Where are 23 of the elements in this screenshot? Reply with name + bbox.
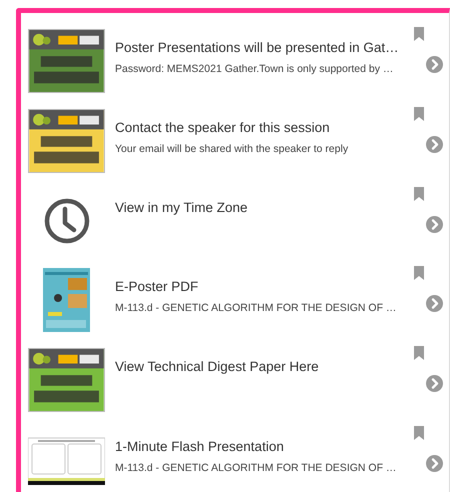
bookmark-icon[interactable]: [414, 27, 424, 41]
item-subtitle: M-113.d - GENETIC ALGORITHM FOR THE DESIGN OF …: [115, 461, 398, 476]
chevron-right-icon[interactable]: [426, 136, 443, 153]
item-subtitle: M-113.d - GENETIC ALGORITHM FOR THE DESIGN OF …: [115, 301, 398, 316]
chevron-right-icon[interactable]: [426, 375, 443, 392]
item-title[interactable]: 1-Minute Flash Presentation: [115, 438, 414, 456]
item-subtitle: Password: MEMS2021 Gather.Town is only supported by …: [115, 62, 394, 76]
item-title[interactable]: View Technical Digest Paper Here: [115, 358, 414, 376]
bookmark-icon[interactable]: [414, 186, 424, 201]
item-title[interactable]: Poster Presentations will be presented in Gat…: [115, 39, 414, 57]
bookmark-icon[interactable]: [414, 426, 424, 440]
item-title[interactable]: Contact the speaker for this session: [115, 118, 414, 137]
chevron-right-icon[interactable]: [426, 216, 443, 233]
clock-icon: [42, 196, 90, 245]
item-title[interactable]: E-Poster PDF: [115, 278, 414, 296]
item-title[interactable]: View in my Time Zone: [115, 198, 414, 217]
bookmark-icon[interactable]: [414, 266, 424, 280]
bookmark-icon[interactable]: [414, 106, 424, 121]
bookmark-icon[interactable]: [414, 346, 424, 360]
chevron-right-icon[interactable]: [426, 56, 443, 73]
chevron-right-icon[interactable]: [426, 295, 443, 312]
chevron-right-icon[interactable]: [426, 455, 443, 472]
item-subtitle: Your email will be shared with the speaker to reply: [115, 142, 350, 156]
